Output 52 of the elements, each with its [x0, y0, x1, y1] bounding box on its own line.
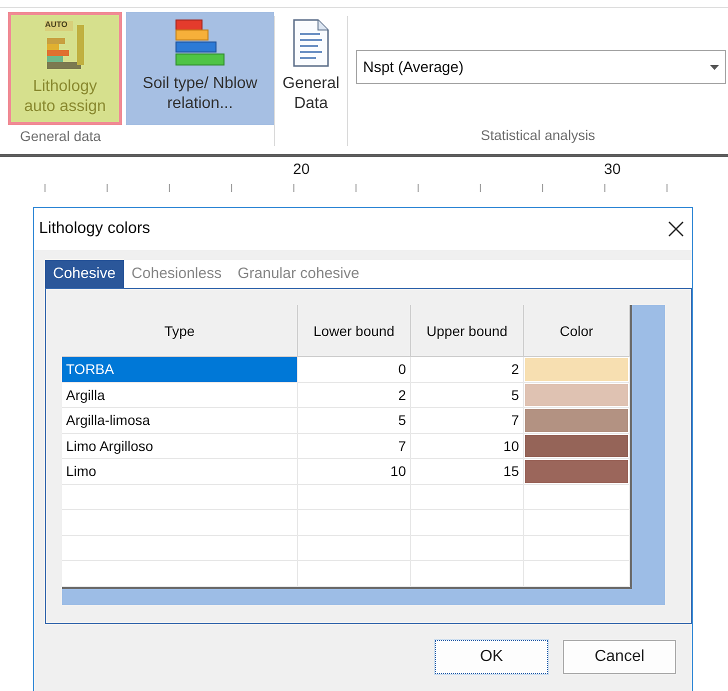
close-icon[interactable]	[668, 221, 684, 237]
empty-cell[interactable]	[524, 484, 630, 510]
column-header[interactable]: Upper bound	[411, 305, 524, 357]
document-icon	[291, 18, 331, 68]
table-cell[interactable]: TORBA	[62, 357, 298, 382]
empty-cell[interactable]	[411, 484, 524, 510]
color-swatch[interactable]	[525, 460, 628, 482]
color-swatch[interactable]	[525, 434, 628, 457]
empty-cell[interactable]	[524, 536, 630, 561]
empty-cell[interactable]	[298, 561, 411, 586]
color-swatch[interactable]	[525, 409, 628, 432]
dialog-button[interactable]: Cancel	[563, 640, 676, 674]
table-cell[interactable]: 7	[298, 434, 411, 459]
column-header[interactable]: Lower bound	[298, 305, 411, 357]
color-swatch[interactable]	[525, 358, 628, 380]
ribbon-button[interactable]: General Data	[275, 12, 347, 125]
table-cell[interactable]: 0	[298, 357, 411, 382]
table-cell[interactable]: 10	[411, 434, 524, 459]
table-cell[interactable]: 7	[411, 408, 524, 434]
table-cell[interactable]: 5	[298, 408, 411, 434]
dropdown-arrow-icon	[710, 64, 719, 70]
table-cell[interactable]: Argilla-limosa	[62, 408, 298, 434]
dialog-button[interactable]: OK	[435, 640, 548, 674]
ruler-label: 20	[293, 161, 310, 178]
table-cell[interactable]: Limo	[62, 459, 298, 484]
ruler-label: 30	[604, 161, 621, 178]
dropdown-field[interactable]: Nspt (Average)	[356, 50, 726, 84]
empty-cell[interactable]	[524, 561, 630, 586]
ribbon-button[interactable]: AUTO Lithology auto assign	[8, 12, 122, 125]
dialog-title: Lithology colors	[39, 220, 150, 238]
column-header[interactable]: Type	[62, 305, 298, 357]
ribbon-button[interactable]: Soil type/ Nblow relation...	[126, 12, 274, 125]
table-cell[interactable]: 5	[411, 382, 524, 408]
table-cell[interactable]: 2	[298, 382, 411, 408]
column-header[interactable]: Color	[524, 305, 630, 357]
table-cell[interactable]: Limo Argilloso	[62, 434, 298, 459]
table-cell[interactable]: 10	[298, 459, 411, 484]
icon-label: AUTO	[45, 20, 68, 30]
table-cell[interactable]: Argilla	[62, 382, 298, 408]
color-swatch[interactable]	[525, 384, 628, 406]
empty-cell[interactable]	[411, 561, 524, 586]
bar-chart-icon	[43, 21, 87, 71]
empty-cell[interactable]	[62, 561, 298, 586]
tab[interactable]: Granular cohesive	[230, 260, 368, 288]
empty-cell[interactable]	[524, 510, 630, 536]
stacked-bars-icon	[174, 18, 226, 68]
group-label: General data	[19, 127, 102, 146]
tab[interactable]: Cohesionless	[124, 260, 230, 288]
table-cell[interactable]: 15	[411, 459, 524, 484]
tab[interactable]: Cohesive	[45, 260, 124, 288]
group-label: Statistical analysis	[480, 126, 596, 145]
table-cell[interactable]: 2	[411, 357, 524, 382]
